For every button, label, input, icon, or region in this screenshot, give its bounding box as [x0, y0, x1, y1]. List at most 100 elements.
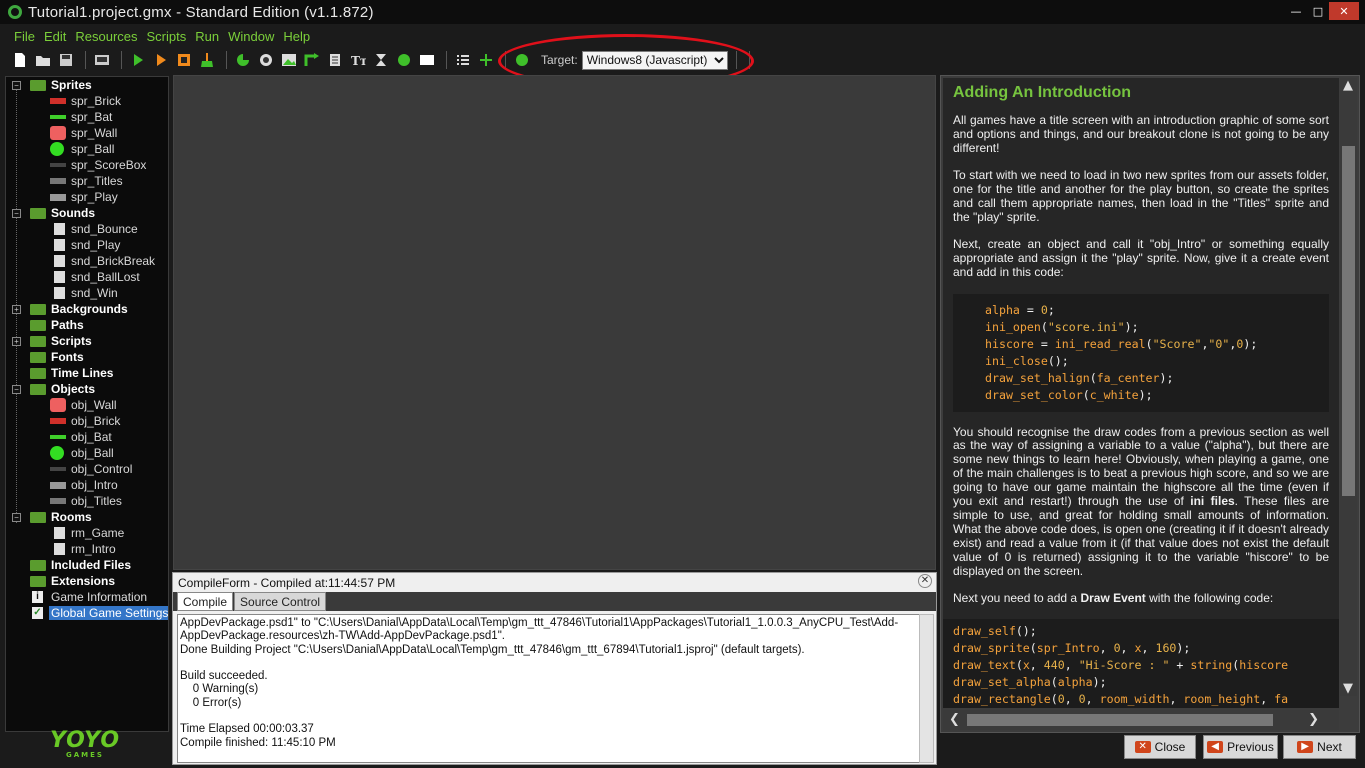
tree-folder-label: Objects [51, 382, 96, 396]
tutorial-horizontal-scrollbar[interactable]: ❮ ❯ [943, 710, 1339, 730]
tree-folder-label: Paths [51, 318, 84, 332]
tree-item-spr-wall[interactable]: spr_Wall [6, 125, 168, 141]
output-scrollbar[interactable] [919, 614, 934, 763]
collapse-icon[interactable]: − [12, 512, 21, 522]
tree-item-rm-intro[interactable]: rm_Intro [6, 541, 168, 557]
tree-item-rm-game[interactable]: rm_Game [6, 525, 168, 541]
compile-form-title: CompileForm - Compiled at:11:44:57 PM [178, 576, 396, 590]
tree-item-obj-titles[interactable]: obj_Titles [6, 493, 168, 509]
paragraph-bold: ini files [1190, 494, 1235, 509]
collapse-icon[interactable]: − [12, 384, 21, 394]
create-room-icon[interactable] [417, 50, 437, 70]
tree-item-spr-bat[interactable]: spr_Bat [6, 109, 168, 125]
tree-item-spr-titles[interactable]: spr_Titles [6, 173, 168, 189]
tree-folder-sounds[interactable]: − Sounds [6, 205, 168, 221]
tutorial-content[interactable]: Adding An Introduction All games have a … [943, 78, 1339, 708]
folder-icon [30, 319, 46, 331]
next-button[interactable]: ▶ Next [1283, 735, 1356, 759]
tab-source-control[interactable]: Source Control [234, 592, 327, 611]
tree-item-label: snd_Play [71, 238, 121, 252]
tree-folder-included-files[interactable]: Included Files [6, 557, 168, 573]
create-executable-icon[interactable] [92, 50, 112, 70]
create-sound-icon[interactable] [256, 50, 276, 70]
close-window-button[interactable]: ✕ [1329, 2, 1359, 20]
close-icon[interactable]: ✕ [918, 574, 932, 588]
collapse-icon[interactable]: − [12, 80, 21, 90]
clean-icon[interactable] [197, 50, 217, 70]
tree-folder-scripts[interactable]: + Scripts [6, 333, 168, 349]
tutorial-vertical-scrollbar[interactable]: ▲ ▼ [1340, 78, 1357, 696]
logo-text: YOYO [49, 728, 121, 753]
menu-scripts[interactable]: Scripts [147, 29, 187, 44]
tree-folder-timelines[interactable]: Time Lines [6, 365, 168, 381]
tree-folder-objects[interactable]: − Objects [6, 381, 168, 397]
create-script-icon[interactable] [325, 50, 345, 70]
scroll-thumb[interactable] [967, 714, 1273, 726]
tree-item-spr-play[interactable]: spr_Play [6, 189, 168, 205]
collapse-icon[interactable]: − [12, 208, 21, 218]
save-icon[interactable] [56, 50, 76, 70]
open-folder-icon[interactable] [33, 50, 53, 70]
tab-compile[interactable]: Compile [177, 592, 234, 611]
tree-item-obj-intro[interactable]: obj_Intro [6, 477, 168, 493]
run-icon[interactable] [128, 50, 148, 70]
create-background-icon[interactable] [279, 50, 299, 70]
tree-item-obj-brick[interactable]: obj_Brick [6, 413, 168, 429]
menu-window[interactable]: Window [228, 29, 274, 44]
game-settings-icon[interactable] [453, 50, 473, 70]
tree-folder-paths[interactable]: Paths [6, 317, 168, 333]
debug-run-icon[interactable] [151, 50, 171, 70]
tree-item-game-information[interactable]: i Game Information [6, 589, 168, 605]
output-line: AppDevPackage.resources\zh-TW\Add-AppDev… [180, 630, 505, 643]
create-font-icon[interactable]: Tт [348, 50, 368, 70]
minimize-button[interactable]: — [1285, 2, 1307, 20]
tree-item-snd-brickbreak[interactable]: snd_BrickBreak [6, 253, 168, 269]
tree-item-spr-ball[interactable]: spr_Ball [6, 141, 168, 157]
tree-item-label: obj_Control [71, 462, 133, 476]
close-button[interactable]: ✕ Close [1124, 735, 1196, 759]
tree-item-snd-play[interactable]: snd_Play [6, 237, 168, 253]
menu-edit[interactable]: Edit [44, 29, 66, 44]
add-extension-icon[interactable] [476, 50, 496, 70]
tree-item-obj-wall[interactable]: obj_Wall [6, 397, 168, 413]
scroll-right-icon[interactable]: ❯ [1308, 712, 1319, 727]
scroll-down-icon[interactable]: ▼ [1343, 681, 1353, 696]
scroll-left-icon[interactable]: ❮ [949, 712, 960, 727]
tree-item-obj-bat[interactable]: obj_Bat [6, 429, 168, 445]
tree-folder-label: Scripts [51, 334, 92, 348]
menu-file[interactable]: File [14, 29, 35, 44]
tree-item-snd-balllost[interactable]: snd_BallLost [6, 269, 168, 285]
tree-item-obj-ball[interactable]: obj_Ball [6, 445, 168, 461]
create-timeline-icon[interactable] [371, 50, 391, 70]
tree-folder-label: Sounds [51, 206, 95, 220]
menu-resources[interactable]: Resources [75, 29, 137, 44]
create-object-icon[interactable] [394, 50, 414, 70]
tree-item-snd-bounce[interactable]: snd_Bounce [6, 221, 168, 237]
maximize-button[interactable]: □ [1307, 2, 1329, 20]
tree-item-obj-control[interactable]: obj_Control [6, 461, 168, 477]
menu-run[interactable]: Run [195, 29, 219, 44]
tree-item-label: spr_Ball [71, 142, 115, 156]
tree-folder-rooms[interactable]: − Rooms [6, 509, 168, 525]
expand-icon[interactable]: + [12, 336, 21, 346]
create-sprite-icon[interactable] [233, 50, 253, 70]
object-thumbnail-icon [50, 418, 66, 424]
scroll-thumb[interactable] [1342, 146, 1355, 496]
scroll-up-icon[interactable]: ▲ [1343, 78, 1353, 93]
create-path-icon[interactable] [302, 50, 322, 70]
tree-item-global-game-settings[interactable]: ✓ Global Game Settings [6, 605, 168, 621]
tree-item-spr-scorebox[interactable]: spr_ScoreBox [6, 157, 168, 173]
compile-output[interactable]: AppDevPackage.psd1" to "C:\Users\Danial\… [177, 614, 920, 763]
tree-folder-sprites[interactable]: − Sprites [6, 77, 168, 93]
previous-button[interactable]: ◀ Previous [1203, 735, 1278, 759]
tree-item-snd-win[interactable]: snd_Win [6, 285, 168, 301]
menu-help[interactable]: Help [283, 29, 310, 44]
tree-folder-fonts[interactable]: Fonts [6, 349, 168, 365]
tree-folder-extensions[interactable]: Extensions [6, 573, 168, 589]
tree-folder-backgrounds[interactable]: + Backgrounds [6, 301, 168, 317]
tree-item-spr-brick[interactable]: spr_Brick [6, 93, 168, 109]
tree-item-label: snd_BallLost [71, 270, 140, 284]
new-file-icon[interactable] [10, 50, 30, 70]
expand-icon[interactable]: + [12, 304, 21, 314]
stop-icon[interactable] [174, 50, 194, 70]
